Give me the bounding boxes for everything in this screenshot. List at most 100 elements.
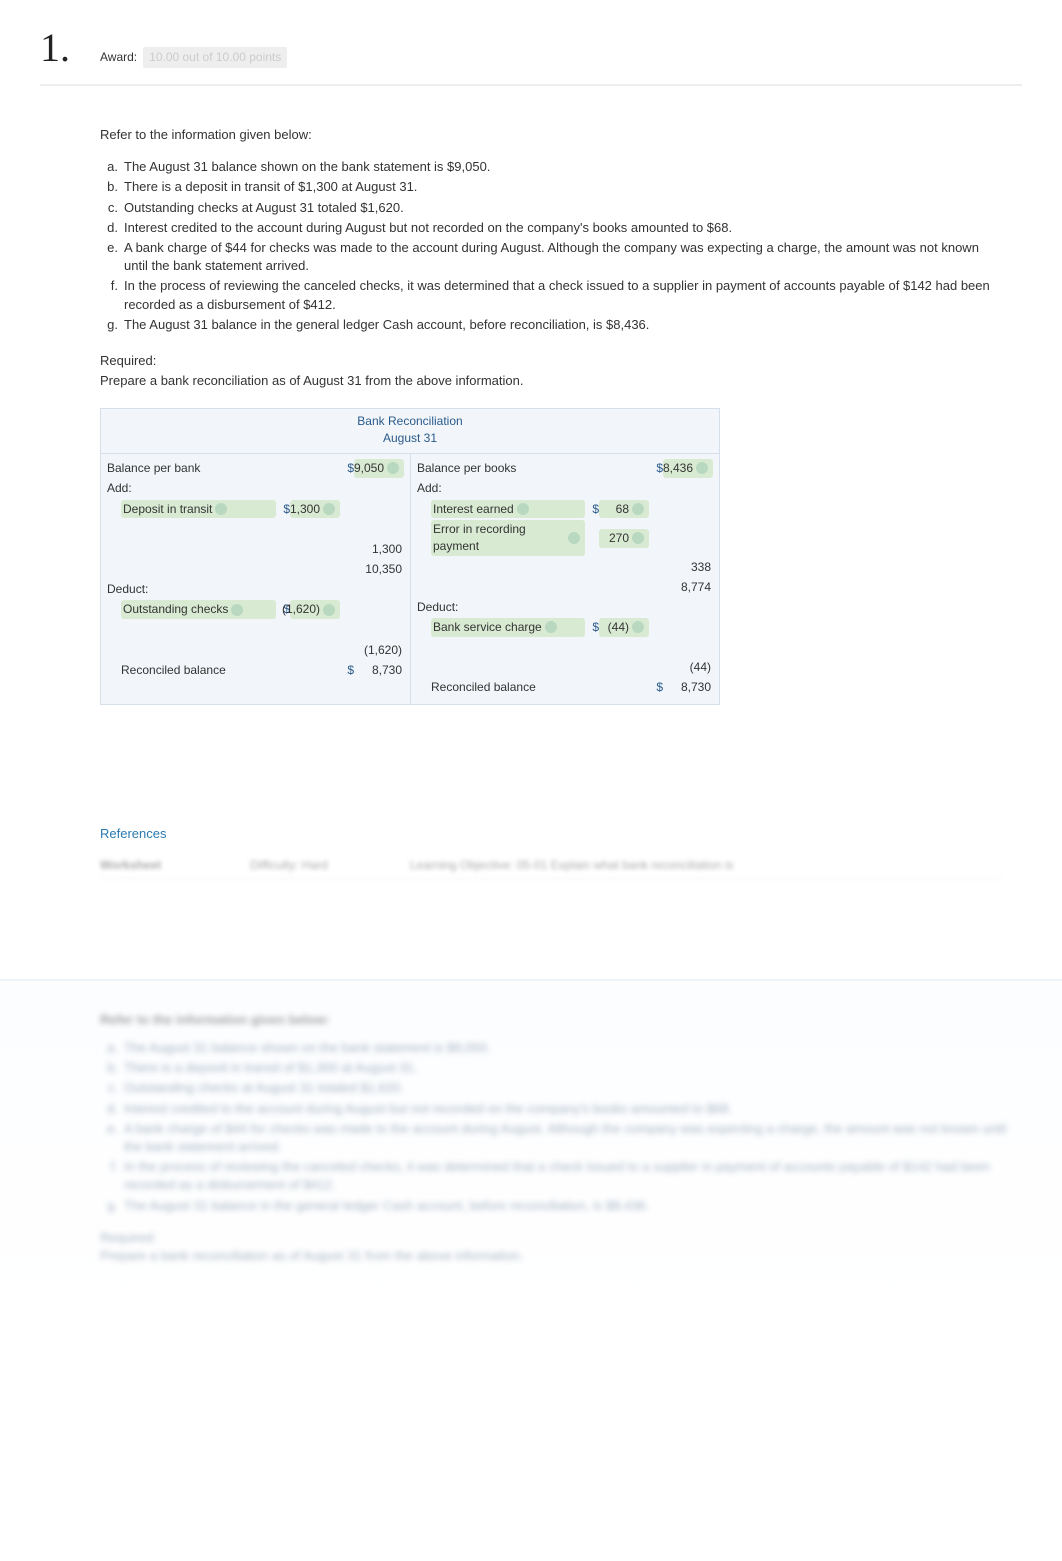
deposit-in-transit-amount[interactable]: 1,300 xyxy=(290,500,340,519)
checkmark-icon xyxy=(632,503,644,515)
deposit-in-transit-label[interactable]: Deposit in transit xyxy=(121,500,276,519)
references-row: Worksheet Difficulty: Hard Learning Obje… xyxy=(100,853,1002,879)
balance-per-bank-amount[interactable]: 9,050 xyxy=(354,459,404,478)
label: Reconciled balance xyxy=(431,679,585,696)
currency-sym: $ xyxy=(340,662,354,679)
item-text: There is a deposit in transit of $1,300 … xyxy=(124,178,417,196)
bank-reconciliation-table: Bank Reconciliation August 31 Balance pe… xyxy=(100,408,720,705)
label: Balance per books xyxy=(417,460,585,477)
deduct-subtotal-row: (44) xyxy=(417,658,713,678)
currency-sym: $ xyxy=(649,679,663,696)
label: Balance per bank xyxy=(107,460,276,477)
explain-heading: Refer to the information given below: xyxy=(100,1011,1022,1029)
checkmark-icon xyxy=(632,532,644,544)
running-total-row: 8,774 xyxy=(417,577,713,597)
checkmark-icon xyxy=(545,621,557,633)
references-link[interactable]: References xyxy=(100,825,166,843)
error-in-recording-row: Error in recording payment 270 xyxy=(417,519,713,557)
deduct-subtotal: (44) xyxy=(663,659,713,676)
list-item: d.Interest credited to the account durin… xyxy=(100,1100,1022,1118)
error-in-recording-label[interactable]: Error in recording payment xyxy=(431,520,585,556)
deduct-subtotal: (1,620) xyxy=(354,642,404,659)
checkmark-icon xyxy=(215,503,227,515)
list-item: d.Interest credited to the account durin… xyxy=(100,219,1002,237)
required-text: Prepare a bank reconciliation as of Augu… xyxy=(100,372,1002,390)
balance-per-books-amount[interactable]: 8,436 xyxy=(663,459,713,478)
ref-col-2: Difficulty: Hard xyxy=(250,857,410,874)
item-text: In the process of reviewing the canceled… xyxy=(124,277,1002,313)
error-in-recording-amount[interactable]: 270 xyxy=(599,529,649,548)
deduct-label-row: Deduct: xyxy=(417,597,713,617)
running-total: 8,774 xyxy=(663,579,713,596)
add-subtotal-row: 338 xyxy=(417,557,713,577)
interest-earned-amount[interactable]: 68 xyxy=(599,500,649,519)
bank-service-charge-label[interactable]: Bank service charge xyxy=(431,618,585,637)
item-key: f. xyxy=(100,277,118,313)
list-item: a.The August 31 balance shown on the ban… xyxy=(100,1039,1022,1057)
outstanding-checks-label[interactable]: Outstanding checks xyxy=(121,600,276,619)
checkmark-icon xyxy=(517,503,529,515)
currency-sym: $ xyxy=(276,501,290,518)
item-text: Interest credited to the account during … xyxy=(124,219,732,237)
reconciled-balance-row: Reconciled balance $ 8,730 xyxy=(417,678,713,698)
add-subtotal-row: 1,300 xyxy=(107,539,404,559)
item-text: The August 31 balance in the general led… xyxy=(124,316,649,334)
item-text: Outstanding checks at August 31 totaled … xyxy=(124,199,404,217)
currency-sym: $ xyxy=(585,619,599,636)
add-subtotal: 1,300 xyxy=(354,541,404,558)
outstanding-checks-row: Outstanding checks $ (1,620) xyxy=(107,599,404,620)
list-item: c.Outstanding checks at August 31 totale… xyxy=(100,1079,1022,1097)
list-item: c. Outstanding checks at August 31 totale… xyxy=(100,199,1002,217)
checkmark-icon xyxy=(387,462,399,474)
bank-service-charge-row: Bank service charge $ (44) xyxy=(417,617,713,638)
reconciled-balance-amount: 8,730 xyxy=(663,679,713,696)
item-key: e. xyxy=(100,239,118,275)
add-label-row: Add: xyxy=(417,479,713,499)
blank-row xyxy=(107,620,404,640)
recon-date: August 31 xyxy=(101,430,719,454)
interest-earned-label[interactable]: Interest earned xyxy=(431,500,585,519)
list-item: b. There is a deposit in transit of $1,30… xyxy=(100,178,1002,196)
award-value: 10.00 out of 10.00 points xyxy=(143,47,287,68)
item-key: g. xyxy=(100,316,118,334)
list-item: e.A bank charge of $44 for checks was ma… xyxy=(100,1120,1022,1156)
books-column: Balance per books $ 8,436 Add: Interest … xyxy=(410,454,719,704)
currency-sym: $ xyxy=(585,501,599,518)
ref-col-3: Learning Objective: 05-01 Explain what b… xyxy=(410,857,1002,874)
blank-row xyxy=(107,519,404,539)
explain-required-text: Prepare a bank reconciliation as of Augu… xyxy=(100,1247,1022,1265)
problem-body: Refer to the information given below: a.… xyxy=(100,126,1002,705)
checkmark-icon xyxy=(696,462,708,474)
award-label: Award: xyxy=(100,49,137,66)
given-info-list: a.The August 31 balance shown on the ban… xyxy=(100,158,1002,334)
required-label: Required: xyxy=(100,352,1002,370)
balance-per-books-row: Balance per books $ 8,436 xyxy=(417,458,713,479)
checkmark-icon xyxy=(568,532,580,544)
item-key: c. xyxy=(100,199,118,217)
ref-col-1: Worksheet xyxy=(100,857,250,874)
item-key: b. xyxy=(100,178,118,196)
label: Add: xyxy=(107,480,276,497)
checkmark-icon xyxy=(231,604,243,616)
deposit-in-transit-row: Deposit in transit $ 1,300 xyxy=(107,499,404,520)
item-text: A bank charge of $44 for checks was made… xyxy=(124,239,1002,275)
explanation-section: Refer to the information given below: a.… xyxy=(0,979,1062,1325)
running-total-row: 10,350 xyxy=(107,559,404,579)
recon-title: Bank Reconciliation xyxy=(101,409,719,430)
bank-service-charge-amount[interactable]: (44) xyxy=(599,618,649,637)
outstanding-checks-amount[interactable]: (1,620) xyxy=(290,600,340,619)
blank-row xyxy=(417,638,713,658)
references-section: References Worksheet Difficulty: Hard Le… xyxy=(100,825,1002,879)
item-key: a. xyxy=(100,158,118,176)
add-subtotal: 338 xyxy=(663,559,713,576)
label: Add: xyxy=(417,480,585,497)
label: Deduct: xyxy=(417,599,585,616)
deduct-subtotal-row: (1,620) xyxy=(107,640,404,660)
list-item: g.The August 31 balance in the general l… xyxy=(100,1197,1022,1215)
interest-earned-row: Interest earned $ 68 xyxy=(417,499,713,520)
add-label-row: Add: xyxy=(107,479,404,499)
label: Deduct: xyxy=(107,581,276,598)
intro-text: Refer to the information given below: xyxy=(100,126,1002,144)
reconciled-balance-row: Reconciled balance $ 8,730 xyxy=(107,660,404,680)
checkmark-icon xyxy=(323,604,335,616)
